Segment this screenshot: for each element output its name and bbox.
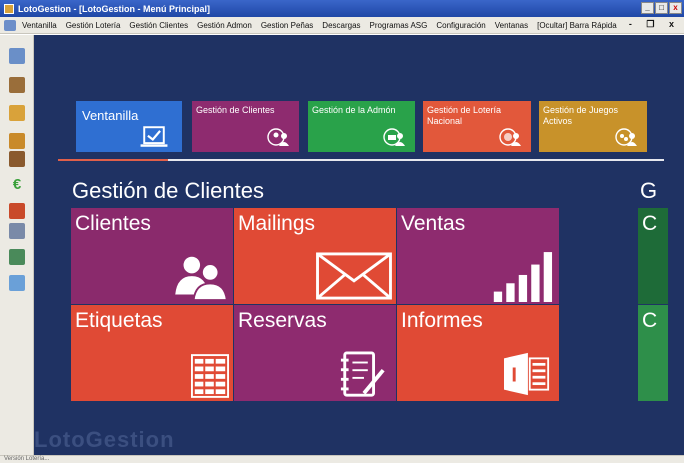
tile-ventas[interactable]: Ventas: [397, 208, 559, 304]
store-icon[interactable]: [9, 77, 25, 93]
people-icon[interactable]: [9, 48, 25, 64]
store-user-icon: [383, 128, 405, 146]
menubar: Ventanilla Gestión Lotería Gestión Clien…: [0, 17, 684, 34]
maximize-button[interactable]: □: [655, 2, 668, 14]
calendar-icon[interactable]: [9, 223, 25, 239]
main-panel: Ventanilla Gestión de Clientes Gestión d…: [34, 35, 684, 455]
menu-ventanilla[interactable]: Ventanilla: [22, 21, 57, 30]
calculator-icon[interactable]: [9, 249, 25, 265]
tile-gestion-clientes[interactable]: Gestión de Clientes: [192, 101, 299, 152]
table-icon: [191, 354, 229, 398]
menu-gestion-clientes[interactable]: Gestión Clientes: [129, 21, 188, 30]
box-icon[interactable]: [9, 133, 25, 149]
menu-gestion-admon[interactable]: Gestión Admon: [197, 21, 252, 30]
menu-ventanas[interactable]: Ventanas: [495, 21, 528, 30]
tile-next-section-1[interactable]: C: [638, 208, 668, 304]
window-titlebar: LotoGestion - [LotoGestion - Menú Princi…: [0, 0, 684, 17]
user-icon: [267, 128, 289, 146]
tile-gestion-loteria[interactable]: Gestión de Lotería Nacional: [423, 101, 531, 152]
tree-icon[interactable]: [9, 203, 25, 219]
menu-ocultar-barra[interactable]: [Ocultar] Barra Rápida: [537, 21, 617, 30]
section-title-next: G: [640, 178, 658, 203]
monitor-check-icon: [140, 126, 168, 147]
app-logo: LotoGestion: [34, 427, 175, 452]
tile-ventanilla[interactable]: Ventanilla: [76, 101, 182, 152]
close-button[interactable]: x: [669, 2, 682, 14]
store-icon[interactable]: [9, 151, 25, 167]
tile-reservas[interactable]: Reservas: [234, 305, 396, 401]
tile-informes[interactable]: Informes I: [397, 305, 559, 401]
section-title: Gestión de Clientes: [72, 178, 264, 203]
separator-accent: [58, 159, 168, 161]
document-icon: [4, 19, 16, 31]
app-icon: [4, 3, 14, 14]
window-controls: _ □ x: [641, 2, 682, 14]
bar-chart-icon: [493, 252, 553, 302]
tile-mailings[interactable]: Mailings: [234, 208, 396, 304]
balls-icon: [615, 128, 637, 146]
users-icon: [175, 256, 228, 300]
tile-next-section-2[interactable]: C: [638, 305, 668, 401]
menu-descargas[interactable]: Descargas: [322, 21, 360, 30]
tile-gestion-admon[interactable]: Gestión de la Admón: [308, 101, 415, 152]
menu-gestion-loteria[interactable]: Gestión Lotería: [66, 21, 121, 30]
minimize-button[interactable]: _: [641, 2, 654, 14]
statusbar: Versión Lotería...: [0, 455, 684, 463]
lottery-ball-icon: [499, 128, 521, 146]
envelope-icon: [316, 252, 392, 300]
quick-bar: €: [0, 35, 34, 455]
puzzle-icon[interactable]: [9, 105, 25, 121]
menu-programas-asg[interactable]: Programas ASG: [370, 21, 428, 30]
menu-configuracion[interactable]: Configuración: [436, 21, 485, 30]
notebook-pen-icon: [340, 351, 385, 397]
document-icon[interactable]: [9, 275, 25, 291]
mdi-window-controls[interactable]: - ❐ x: [629, 19, 680, 30]
euro-icon[interactable]: €: [9, 177, 25, 193]
tile-gestion-juegos[interactable]: Gestión de Juegos Activos: [539, 101, 647, 152]
office-doc-icon: I: [504, 352, 550, 396]
menu-gestion-penas[interactable]: Gestion Peñas: [261, 21, 313, 30]
window-title: LotoGestion - [LotoGestion - Menú Princi…: [18, 3, 210, 14]
tile-clientes[interactable]: Clientes: [71, 208, 233, 304]
svg-text:I: I: [511, 364, 517, 386]
tile-etiquetas[interactable]: Etiquetas: [71, 305, 233, 401]
status-text: Versión Lotería...: [4, 456, 50, 462]
